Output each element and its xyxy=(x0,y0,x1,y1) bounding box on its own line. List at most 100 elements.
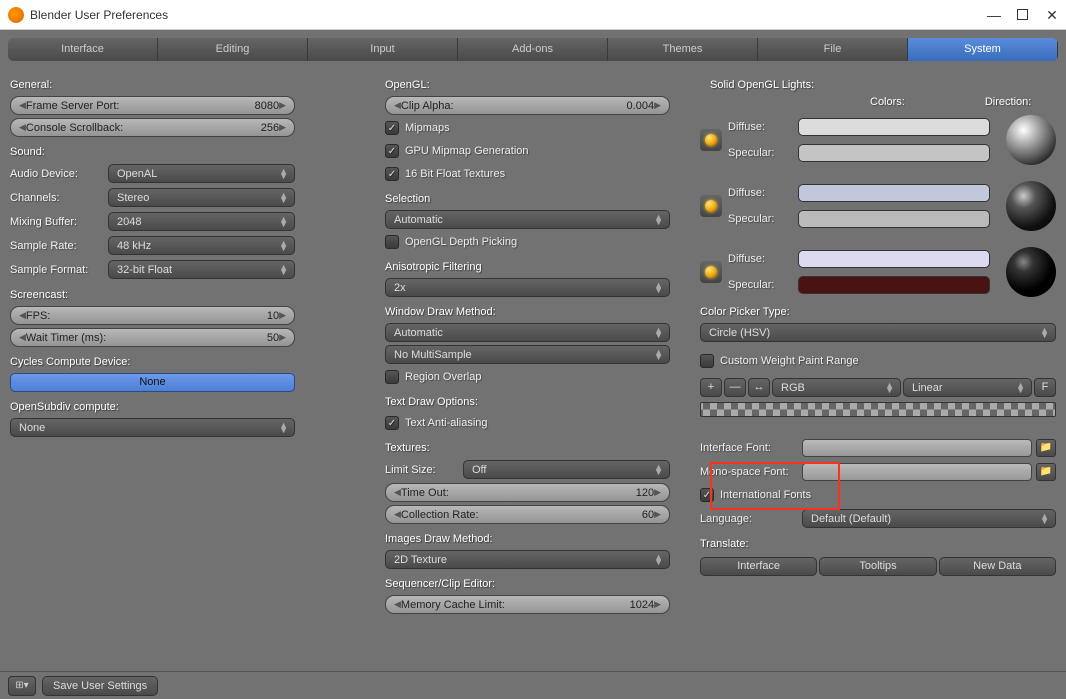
light-2-direction-sphere[interactable] xyxy=(1006,181,1056,231)
depth-picking-checkbox[interactable] xyxy=(385,235,399,249)
sequencer-label: Sequencer/Clip Editor: xyxy=(385,578,670,590)
wdm-select[interactable]: Automatic▲▼ xyxy=(385,323,670,342)
custom-wp-label: Custom Weight Paint Range xyxy=(720,355,859,367)
screencast-label: Screencast: xyxy=(10,289,295,301)
text-opts-label: Text Draw Options: xyxy=(385,396,670,408)
light-2-diffuse-swatch[interactable] xyxy=(798,184,990,202)
text-aa-checkbox[interactable] xyxy=(385,416,399,430)
window-title: Blender User Preferences xyxy=(30,8,168,22)
multisample-select[interactable]: No MultiSample▲▼ xyxy=(385,345,670,364)
color-picker-label: Color Picker Type: xyxy=(700,306,1056,318)
mem-cache-input[interactable]: ◀Memory Cache Limit:1024▶ xyxy=(385,595,670,614)
tab-themes[interactable]: Themes xyxy=(608,38,758,61)
wdm-label: Window Draw Method: xyxy=(385,306,670,318)
mipmaps-checkbox[interactable] xyxy=(385,121,399,135)
tab-editing[interactable]: Editing xyxy=(158,38,308,61)
opensubdiv-select[interactable]: None▲▼ xyxy=(10,418,295,437)
audio-device-label: Audio Device: xyxy=(10,168,100,180)
direction-header: Direction: xyxy=(985,96,1031,108)
light-3-direction-sphere[interactable] xyxy=(1006,247,1056,297)
language-select[interactable]: Default (Default)▲▼ xyxy=(802,509,1056,528)
light-2-specular-swatch[interactable] xyxy=(798,210,990,228)
ramp-remove-button[interactable]: — xyxy=(724,378,746,397)
tab-input[interactable]: Input xyxy=(308,38,458,61)
region-overlap-label: Region Overlap xyxy=(405,371,481,383)
interface-font-field[interactable] xyxy=(802,439,1032,457)
cycles-device-button[interactable]: None xyxy=(10,373,295,392)
textures-label: Textures: xyxy=(385,442,670,454)
float-tex-checkbox[interactable] xyxy=(385,167,399,181)
sample-rate-select[interactable]: 48 kHz▲▼ xyxy=(108,236,295,255)
editor-type-button[interactable]: ⊞▾ xyxy=(8,676,36,696)
blender-icon xyxy=(8,7,24,23)
color-ramp[interactable] xyxy=(700,402,1056,417)
timeout-input[interactable]: ◀Time Out:120▶ xyxy=(385,483,670,502)
limit-size-select[interactable]: Off▲▼ xyxy=(463,460,670,479)
save-user-settings-button[interactable]: Save User Settings xyxy=(42,676,158,696)
titlebar: Blender User Preferences — ✕ xyxy=(0,0,1066,30)
wait-timer-input[interactable]: ◀Wait Timer (ms):50▶ xyxy=(10,328,295,347)
mono-font-field[interactable] xyxy=(802,463,1032,481)
translate-interface-button[interactable]: Interface xyxy=(700,557,817,576)
translate-label: Translate: xyxy=(700,538,1056,550)
sample-rate-label: Sample Rate: xyxy=(10,240,100,252)
international-fonts-checkbox[interactable] xyxy=(700,488,714,502)
ramp-f-button[interactable]: F xyxy=(1034,378,1056,397)
bulb-icon xyxy=(705,134,717,146)
footer: ⊞▾ Save User Settings xyxy=(0,671,1066,699)
light-1-toggle[interactable] xyxy=(700,129,722,151)
interface-font-label: Interface Font: xyxy=(700,442,798,454)
images-select[interactable]: 2D Texture▲▼ xyxy=(385,550,670,569)
close-button[interactable]: ✕ xyxy=(1046,9,1058,21)
sample-format-label: Sample Format: xyxy=(10,264,100,276)
fps-input[interactable]: ◀FPS:10▶ xyxy=(10,306,295,325)
sound-label: Sound: xyxy=(10,146,295,158)
aniso-select[interactable]: 2x▲▼ xyxy=(385,278,670,297)
region-overlap-checkbox[interactable] xyxy=(385,370,399,384)
mixing-buffer-select[interactable]: 2048▲▼ xyxy=(108,212,295,231)
collection-rate-input[interactable]: ◀Collection Rate:60▶ xyxy=(385,505,670,524)
custom-wp-checkbox[interactable] xyxy=(700,354,714,368)
interface-font-browse-button[interactable]: 📁 xyxy=(1036,439,1056,457)
minimize-button[interactable]: — xyxy=(987,9,999,21)
clip-alpha-input[interactable]: ◀Clip Alpha:0.004▶ xyxy=(385,96,670,115)
frame-server-port-input[interactable]: ◀Frame Server Port:8080▶ xyxy=(10,96,295,115)
text-aa-label: Text Anti-aliasing xyxy=(405,417,488,429)
ramp-flip-button[interactable]: ↔ xyxy=(748,378,770,397)
ramp-add-button[interactable]: + xyxy=(700,378,722,397)
sample-format-select[interactable]: 32-bit Float▲▼ xyxy=(108,260,295,279)
bulb-icon xyxy=(705,266,717,278)
tab-addons[interactable]: Add-ons xyxy=(458,38,608,61)
ramp-mode-select[interactable]: RGB▲▼ xyxy=(772,378,901,397)
aniso-label: Anisotropic Filtering xyxy=(385,261,670,273)
ramp-interp-select[interactable]: Linear▲▼ xyxy=(903,378,1032,397)
tab-interface[interactable]: Interface xyxy=(8,38,158,61)
tab-system[interactable]: System xyxy=(908,38,1058,61)
maximize-button[interactable] xyxy=(1017,9,1028,20)
light-1-diffuse-swatch[interactable] xyxy=(798,118,990,136)
translate-newdata-button[interactable]: New Data xyxy=(939,557,1056,576)
channels-select[interactable]: Stereo▲▼ xyxy=(108,188,295,207)
audio-device-select[interactable]: OpenAL▲▼ xyxy=(108,164,295,183)
light-3-diffuse-swatch[interactable] xyxy=(798,250,990,268)
selection-label: Selection xyxy=(385,193,670,205)
translate-tooltips-button[interactable]: Tooltips xyxy=(819,557,936,576)
solid-lights-label: Solid OpenGL Lights: xyxy=(710,79,1056,91)
depth-picking-label: OpenGL Depth Picking xyxy=(405,236,517,248)
light-3-toggle[interactable] xyxy=(700,261,722,283)
selection-select[interactable]: Automatic▲▼ xyxy=(385,210,670,229)
light-1-specular-swatch[interactable] xyxy=(798,144,990,162)
color-picker-select[interactable]: Circle (HSV)▲▼ xyxy=(700,323,1056,342)
light-3-specular-swatch[interactable] xyxy=(798,276,990,294)
tab-bar: Interface Editing Input Add-ons Themes F… xyxy=(8,38,1058,61)
light-1-direction-sphere[interactable] xyxy=(1006,115,1056,165)
gpu-mipmap-checkbox[interactable] xyxy=(385,144,399,158)
mono-font-browse-button[interactable]: 📁 xyxy=(1036,463,1056,481)
light-2-toggle[interactable] xyxy=(700,195,722,217)
general-label: General: xyxy=(10,79,295,91)
console-scrollback-input[interactable]: ◀Console Scrollback:256▶ xyxy=(10,118,295,137)
tab-file[interactable]: File xyxy=(758,38,908,61)
international-fonts-label: International Fonts xyxy=(720,489,811,501)
channels-label: Channels: xyxy=(10,192,100,204)
float-tex-label: 16 Bit Float Textures xyxy=(405,168,505,180)
